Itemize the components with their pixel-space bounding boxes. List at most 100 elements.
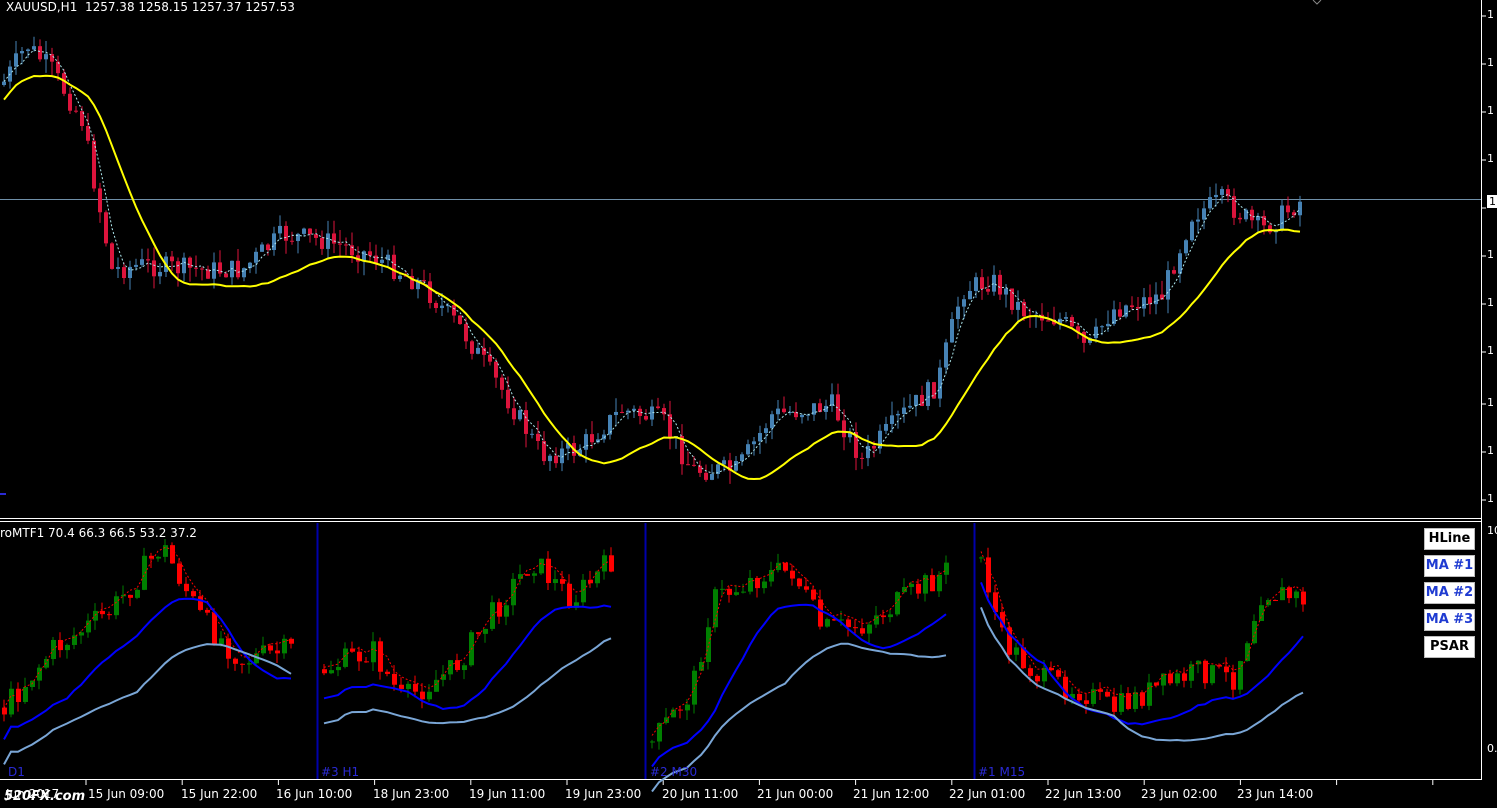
- bear-candle: [542, 441, 546, 462]
- bear-candle: [698, 465, 702, 473]
- sub-bear-candle: [678, 709, 683, 711]
- sub-bear-candle: [476, 632, 481, 634]
- sub-bull-candle: [336, 666, 341, 671]
- bull-candle: [26, 49, 30, 52]
- sub-bear-candle: [1112, 696, 1117, 712]
- bull-candle: [962, 299, 966, 307]
- bear-candle: [872, 445, 876, 449]
- time-label: 21 Jun 12:00: [853, 787, 930, 801]
- price-chart[interactable]: [0, 0, 1497, 808]
- bear-candle: [998, 274, 1002, 295]
- sub-bear-candle: [184, 583, 189, 592]
- bull-candle: [908, 405, 912, 408]
- sub-bear-candle: [1203, 660, 1208, 684]
- sub-bear-candle: [170, 545, 175, 564]
- bear-candle: [200, 268, 204, 270]
- sub-bear-candle: [413, 683, 418, 692]
- bear-candle: [290, 240, 294, 242]
- bull-candle: [764, 428, 768, 433]
- sub-bull-candle: [504, 605, 509, 617]
- bull-candle: [896, 413, 900, 416]
- bull-candle: [722, 460, 726, 465]
- sub-bear-candle: [846, 619, 851, 628]
- sub-bull-candle: [406, 683, 411, 689]
- sub-bull-candle: [553, 579, 558, 584]
- bear-candle: [332, 233, 336, 244]
- tf-label-d1: D1: [8, 765, 25, 779]
- bear-candle: [92, 140, 96, 189]
- sub-bull-candle: [462, 665, 467, 671]
- bear-candle: [644, 416, 648, 420]
- sub-bear-candle: [930, 575, 935, 592]
- bear-candle: [818, 403, 822, 412]
- sub-bull-candle: [602, 555, 607, 572]
- sub-bear-candle: [322, 669, 327, 674]
- psar-button[interactable]: PSAR: [1424, 636, 1475, 658]
- bear-candle: [320, 237, 324, 249]
- bear-candle: [536, 433, 540, 442]
- sub-bull-candle: [1042, 667, 1047, 682]
- bear-candle: [482, 347, 486, 355]
- bull-candle: [800, 415, 804, 418]
- bull-candle: [140, 259, 144, 265]
- sub-bear-candle: [818, 599, 823, 627]
- bull-candle: [1190, 221, 1194, 241]
- sub-bull-candle: [343, 648, 348, 667]
- bear-candle: [188, 257, 192, 268]
- ma3-button[interactable]: MA #3: [1424, 609, 1475, 631]
- bull-candle: [44, 54, 48, 60]
- bear-candle: [176, 261, 180, 274]
- bear-candle: [554, 455, 558, 464]
- sub-bear-candle: [275, 650, 280, 654]
- sub-bear-candle: [790, 570, 795, 579]
- edge-marker: [0, 493, 6, 495]
- bear-candle: [464, 324, 468, 342]
- bull-candle: [1094, 326, 1098, 339]
- scroll-marker: [1312, 0, 1322, 5]
- bear-candle: [308, 228, 312, 235]
- bear-candle: [1286, 205, 1290, 213]
- bull-candle: [1184, 240, 1188, 254]
- sub-bull-candle: [86, 620, 91, 633]
- bull-candle: [20, 51, 24, 54]
- bear-candle: [692, 464, 696, 466]
- bull-candle: [398, 275, 402, 279]
- bull-candle: [272, 233, 276, 250]
- sub-bear-candle: [1098, 689, 1103, 692]
- ma2-button[interactable]: MA #2: [1424, 582, 1475, 604]
- bear-candle: [392, 254, 396, 279]
- bull-candle: [770, 414, 774, 429]
- bull-candle: [884, 423, 888, 431]
- sub-bull-candle: [1189, 664, 1194, 681]
- sub-bull-candle: [1294, 591, 1299, 599]
- bear-candle: [980, 277, 984, 290]
- bull-candle: [752, 441, 756, 445]
- bull-candle: [944, 342, 948, 368]
- bull-candle: [710, 473, 714, 480]
- ma1-button[interactable]: MA #1: [1424, 555, 1475, 577]
- sub-bull-candle: [1014, 647, 1019, 655]
- sub-bear-candle: [1126, 693, 1131, 709]
- bull-candle: [134, 264, 138, 267]
- sub-bear-candle: [100, 610, 105, 615]
- sub-bull-candle: [156, 556, 161, 559]
- bear-candle: [452, 305, 456, 316]
- sub-bear-candle: [399, 684, 404, 689]
- price-label: 1: [1487, 444, 1494, 457]
- sub-bull-candle: [888, 614, 893, 618]
- sub-bear-candle: [357, 651, 362, 662]
- bear-candle: [488, 354, 492, 362]
- sub-bull-candle: [93, 610, 98, 621]
- bull-candle: [746, 444, 750, 455]
- bull-candle: [1004, 288, 1008, 295]
- sub-bear-candle: [1077, 693, 1082, 701]
- bull-candle: [1016, 301, 1020, 310]
- sub-bear-candle: [268, 645, 273, 651]
- bear-candle: [68, 93, 72, 111]
- sub-bear-candle: [1105, 691, 1110, 697]
- sub-bull-candle: [329, 670, 334, 674]
- bull-candle: [158, 271, 162, 277]
- hline-button[interactable]: HLine: [1424, 528, 1475, 550]
- bull-candle: [212, 262, 216, 279]
- bear-candle: [338, 243, 342, 245]
